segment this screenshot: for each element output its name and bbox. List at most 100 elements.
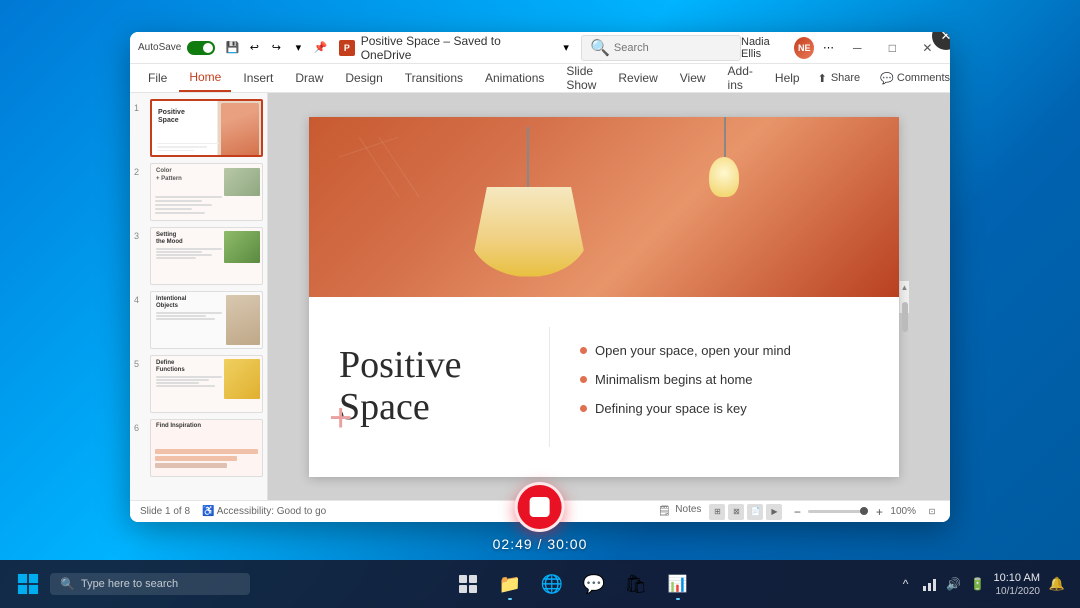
slide2-lines [155,196,222,216]
notes-label[interactable]: Notes [675,504,701,520]
clock-time: 10:10 AM [994,571,1040,585]
pin-icon[interactable]: 📌 [311,39,329,57]
search-input[interactable] [614,42,734,54]
tab-file[interactable]: File [138,64,177,92]
search-icon: 🔍 [590,38,610,58]
taskbar-teams[interactable]: 💬 [576,566,612,602]
zoom-in-button[interactable]: + [872,505,886,519]
tab-insert[interactable]: Insert [233,64,283,92]
taskbar-store[interactable]: 🛍 [618,566,654,602]
slide1-image [221,103,259,157]
tab-home[interactable]: Home [179,64,231,92]
tab-help[interactable]: Help [765,64,810,92]
zoom-thumb[interactable] [860,507,868,515]
powerpoint-window: ✕ AutoSave 💾 ↩ ↪ ▾ 📌 P Positive Space – … [130,32,950,522]
zoom-level-label: 100% [890,506,916,517]
tab-review[interactable]: Review [608,64,667,92]
title-chevron-icon[interactable]: ▾ [557,39,575,57]
maximize-button[interactable]: □ [878,34,907,62]
bullet-dot-1 [580,347,587,354]
bullet-text-1: Open your space, open your mind [595,343,791,358]
slide-thumbnail-4[interactable]: 4 IntentionalObjects [134,291,263,349]
normal-view-icon[interactable]: ⊞ [709,504,725,520]
bullet-item-3: Defining your space is key [580,401,879,416]
slide-plus-symbol: + [329,398,352,438]
scroll-thumb[interactable] [902,302,908,332]
minimize-button[interactable]: ─ [843,34,872,62]
edge-icon: 🌐 [541,574,563,595]
volume-icon[interactable]: 🔊 [944,574,964,594]
start-button[interactable] [12,568,44,600]
save-icon[interactable]: 💾 [223,39,241,57]
slide-preview-5: DefineFunctions [150,355,263,413]
slide-content-bottom: Positive Space + Open your space, open y… [309,297,899,477]
ribbon-actions: ⬆ Share 💬 Comments [812,70,950,87]
tab-addins[interactable]: Add-ins [718,64,763,92]
reading-view-icon[interactable]: 📄 [747,504,763,520]
more-options-icon[interactable]: ⋯ [820,39,836,57]
comments-button[interactable]: 💬 Comments [874,70,950,87]
slide-thumbnail-2[interactable]: 2 Color+ Pattern [134,163,263,221]
customize-icon[interactable]: ▾ [289,39,307,57]
slide4-image [226,295,260,345]
tab-draw[interactable]: Draw [285,64,333,92]
stop-recording-button[interactable] [515,482,565,532]
tab-view[interactable]: View [670,64,716,92]
redo-icon[interactable]: ↪ [267,39,285,57]
desktop: ✕ AutoSave 💾 ↩ ↪ ▾ 📌 P Positive Space – … [0,0,1080,608]
taskbar-search-text: Type here to search [81,578,178,590]
scroll-up-arrow[interactable]: ▲ [900,281,910,295]
share-button[interactable]: ⬆ Share [812,70,867,87]
autosave-label: AutoSave [138,42,181,53]
slide1-title: PositiveSpace [158,109,185,126]
tab-animations[interactable]: Animations [475,64,554,92]
slide-sorter-icon[interactable]: ⊠ [728,504,744,520]
taskbar-search-bar[interactable]: 🔍 Type here to search [50,573,250,595]
taskbar-file-explorer[interactable]: 📁 [492,566,528,602]
slide-preview-1: PositiveSpace [150,99,263,157]
user-avatar[interactable]: NE [794,37,814,59]
stop-icon [530,497,550,517]
slide-thumbnail-5[interactable]: 5 DefineFunctions [134,355,263,413]
bullet-text-2: Minimalism begins at home [595,372,753,387]
chevron-up-icon[interactable]: ^ [896,574,916,594]
powerpoint-icon: 📊 [668,574,688,594]
zoom-out-button[interactable]: − [790,505,804,519]
bullet-item-2: Minimalism begins at home [580,372,879,387]
notification-icon[interactable]: 🔔 [1046,573,1068,595]
slide-thumbnail-1[interactable]: 1 PositiveSpace [134,99,263,157]
slide-preview-6: Find Inspiration [150,419,263,477]
slide-canvas-area: Positive Space + Open your space, open y… [268,93,950,500]
slide-thumbnail-3[interactable]: 3 Settingthe Mood [134,227,263,285]
view-mode-icons: ⊞ ⊠ 📄 ▶ [709,504,782,520]
window-title: Positive Space – Saved to OneDrive [361,34,552,62]
slide-thumbnail-6[interactable]: 6 Find Inspiration [134,419,263,477]
vertical-scrollbar[interactable]: ▲ ▼ [899,281,909,313]
network-icon[interactable] [920,574,940,594]
tab-transitions[interactable]: Transitions [395,64,473,92]
notes-icon[interactable]: 🗒 [656,504,672,520]
slide6-lines [155,449,258,470]
taskbar-task-view[interactable] [450,566,486,602]
slide2-title: Color+ Pattern [156,168,182,184]
slide-main-title: Positive Space [339,345,519,429]
battery-icon[interactable]: 🔋 [968,574,988,594]
slideshow-view-icon[interactable]: ▶ [766,504,782,520]
undo-icon[interactable]: ↩ [245,39,263,57]
user-name: Nadia Ellis [741,36,788,60]
fit-to-window-icon[interactable]: ⊡ [924,504,940,520]
lamp-shade [469,187,589,277]
accessibility-label: ♿ Accessibility: Good to go [202,506,326,517]
zoom-slider[interactable] [808,510,868,513]
tab-design[interactable]: Design [335,64,392,92]
taskbar-clock[interactable]: 10:10 AM 10/1/2020 [994,571,1040,596]
autosave-toggle[interactable] [187,41,215,55]
slide-bullets: Open your space, open your mind Minimali… [560,333,899,440]
close-x-icon: ✕ [941,32,950,44]
tab-slideshow[interactable]: Slide Show [556,64,606,92]
slide-preview-4: IntentionalObjects [150,291,263,349]
slide-preview-3: Settingthe Mood [150,227,263,285]
search-bar[interactable]: 🔍 [581,35,741,61]
taskbar-powerpoint[interactable]: 📊 [660,566,696,602]
taskbar-edge[interactable]: 🌐 [534,566,570,602]
